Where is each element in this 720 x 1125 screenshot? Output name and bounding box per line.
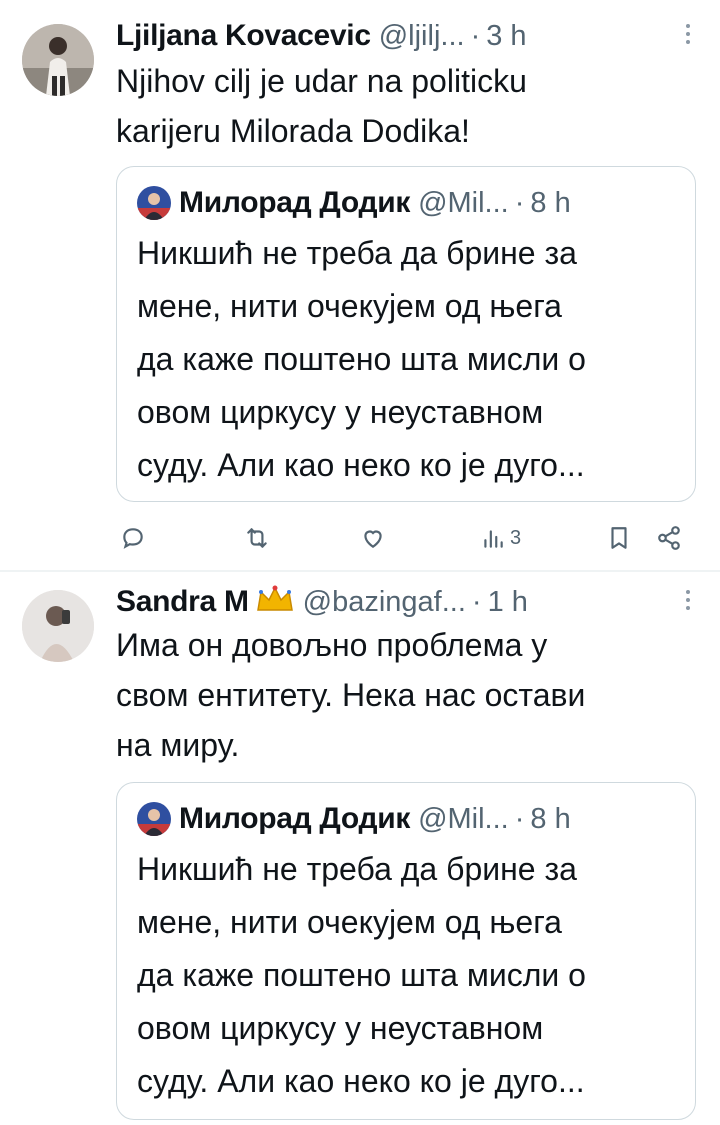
author-name[interactable]: Ljiljana Kovacevic: [116, 19, 371, 53]
tweet-timestamp[interactable]: 1 h: [488, 586, 528, 619]
author-name[interactable]: Sandra M: [116, 585, 249, 619]
quoted-tweet[interactable]: Милорад Додик @Mil... · 8 h Никшић не тр…: [116, 166, 696, 502]
dodik-avatar: [137, 186, 171, 220]
sandra-avatar[interactable]: [22, 590, 94, 662]
views-count: 3: [510, 526, 522, 549]
ljiljana-avatar[interactable]: [22, 24, 94, 96]
tweet-actions: 3: [116, 516, 706, 560]
views-icon[interactable]: 3: [480, 522, 521, 554]
quoted-tweet[interactable]: Милорад Додик @Mil... · 8 h Никшић не тр…: [116, 782, 696, 1120]
separator-dot: ·: [470, 19, 481, 52]
bookmark-icon[interactable]: [606, 522, 632, 554]
tweet-2[interactable]: Sandra M @bazingaf... · 1 h Има он довољ…: [0, 572, 720, 1125]
tweet-header: Ljiljana Kovacevic @ljilj... · 3 h: [116, 16, 702, 56]
quoted-author-handle: @Mil...: [418, 802, 509, 835]
more-vertical-icon[interactable]: [674, 22, 702, 52]
quoted-timestamp: 8 h: [530, 802, 571, 835]
tweet-text: Njihov cilj je udar na politicku karijer…: [116, 63, 527, 149]
like-icon[interactable]: [360, 522, 386, 554]
quoted-timestamp: 8 h: [530, 186, 571, 219]
author-handle[interactable]: @bazingaf...: [303, 586, 466, 619]
quoted-tweet-text: Никшић не треба да брине за мене, нити о…: [137, 851, 586, 1099]
reply-icon[interactable]: [120, 522, 146, 554]
quoted-author-handle: @Mil...: [418, 186, 509, 219]
quoted-author-name: Милорад Додик: [179, 802, 411, 835]
tweet-timestamp[interactable]: 3 h: [486, 20, 526, 53]
quoted-author-name: Милорад Додик: [179, 186, 411, 219]
separator-dot: ·: [471, 585, 482, 618]
separator-dot: ·: [514, 186, 525, 219]
tweet-1[interactable]: Ljiljana Kovacevic @ljilj... · 3 h Njiho…: [0, 0, 720, 570]
share-icon[interactable]: [656, 522, 682, 554]
author-handle[interactable]: @ljilj...: [379, 20, 465, 53]
tweet-header: Sandra M @bazingaf... · 1 h: [116, 582, 702, 622]
crown-icon: [255, 584, 295, 621]
quoted-tweet-text: Никшић не треба да брине за мене, нити о…: [137, 235, 586, 483]
tweet-text: Има он довољно проблема у свом ентитету.…: [116, 627, 586, 763]
timeline-feed: Ljiljana Kovacevic @ljilj... · 3 h Njiho…: [0, 0, 720, 1125]
quoted-tweet-header: Милорад Додик @Mil... · 8 h: [137, 799, 675, 839]
quoted-tweet-header: Милорад Додик @Mil... · 8 h: [137, 183, 675, 223]
retweet-icon[interactable]: [244, 522, 270, 554]
more-vertical-icon[interactable]: [674, 588, 702, 618]
dodik-avatar: [137, 802, 171, 836]
separator-dot: ·: [514, 802, 525, 835]
